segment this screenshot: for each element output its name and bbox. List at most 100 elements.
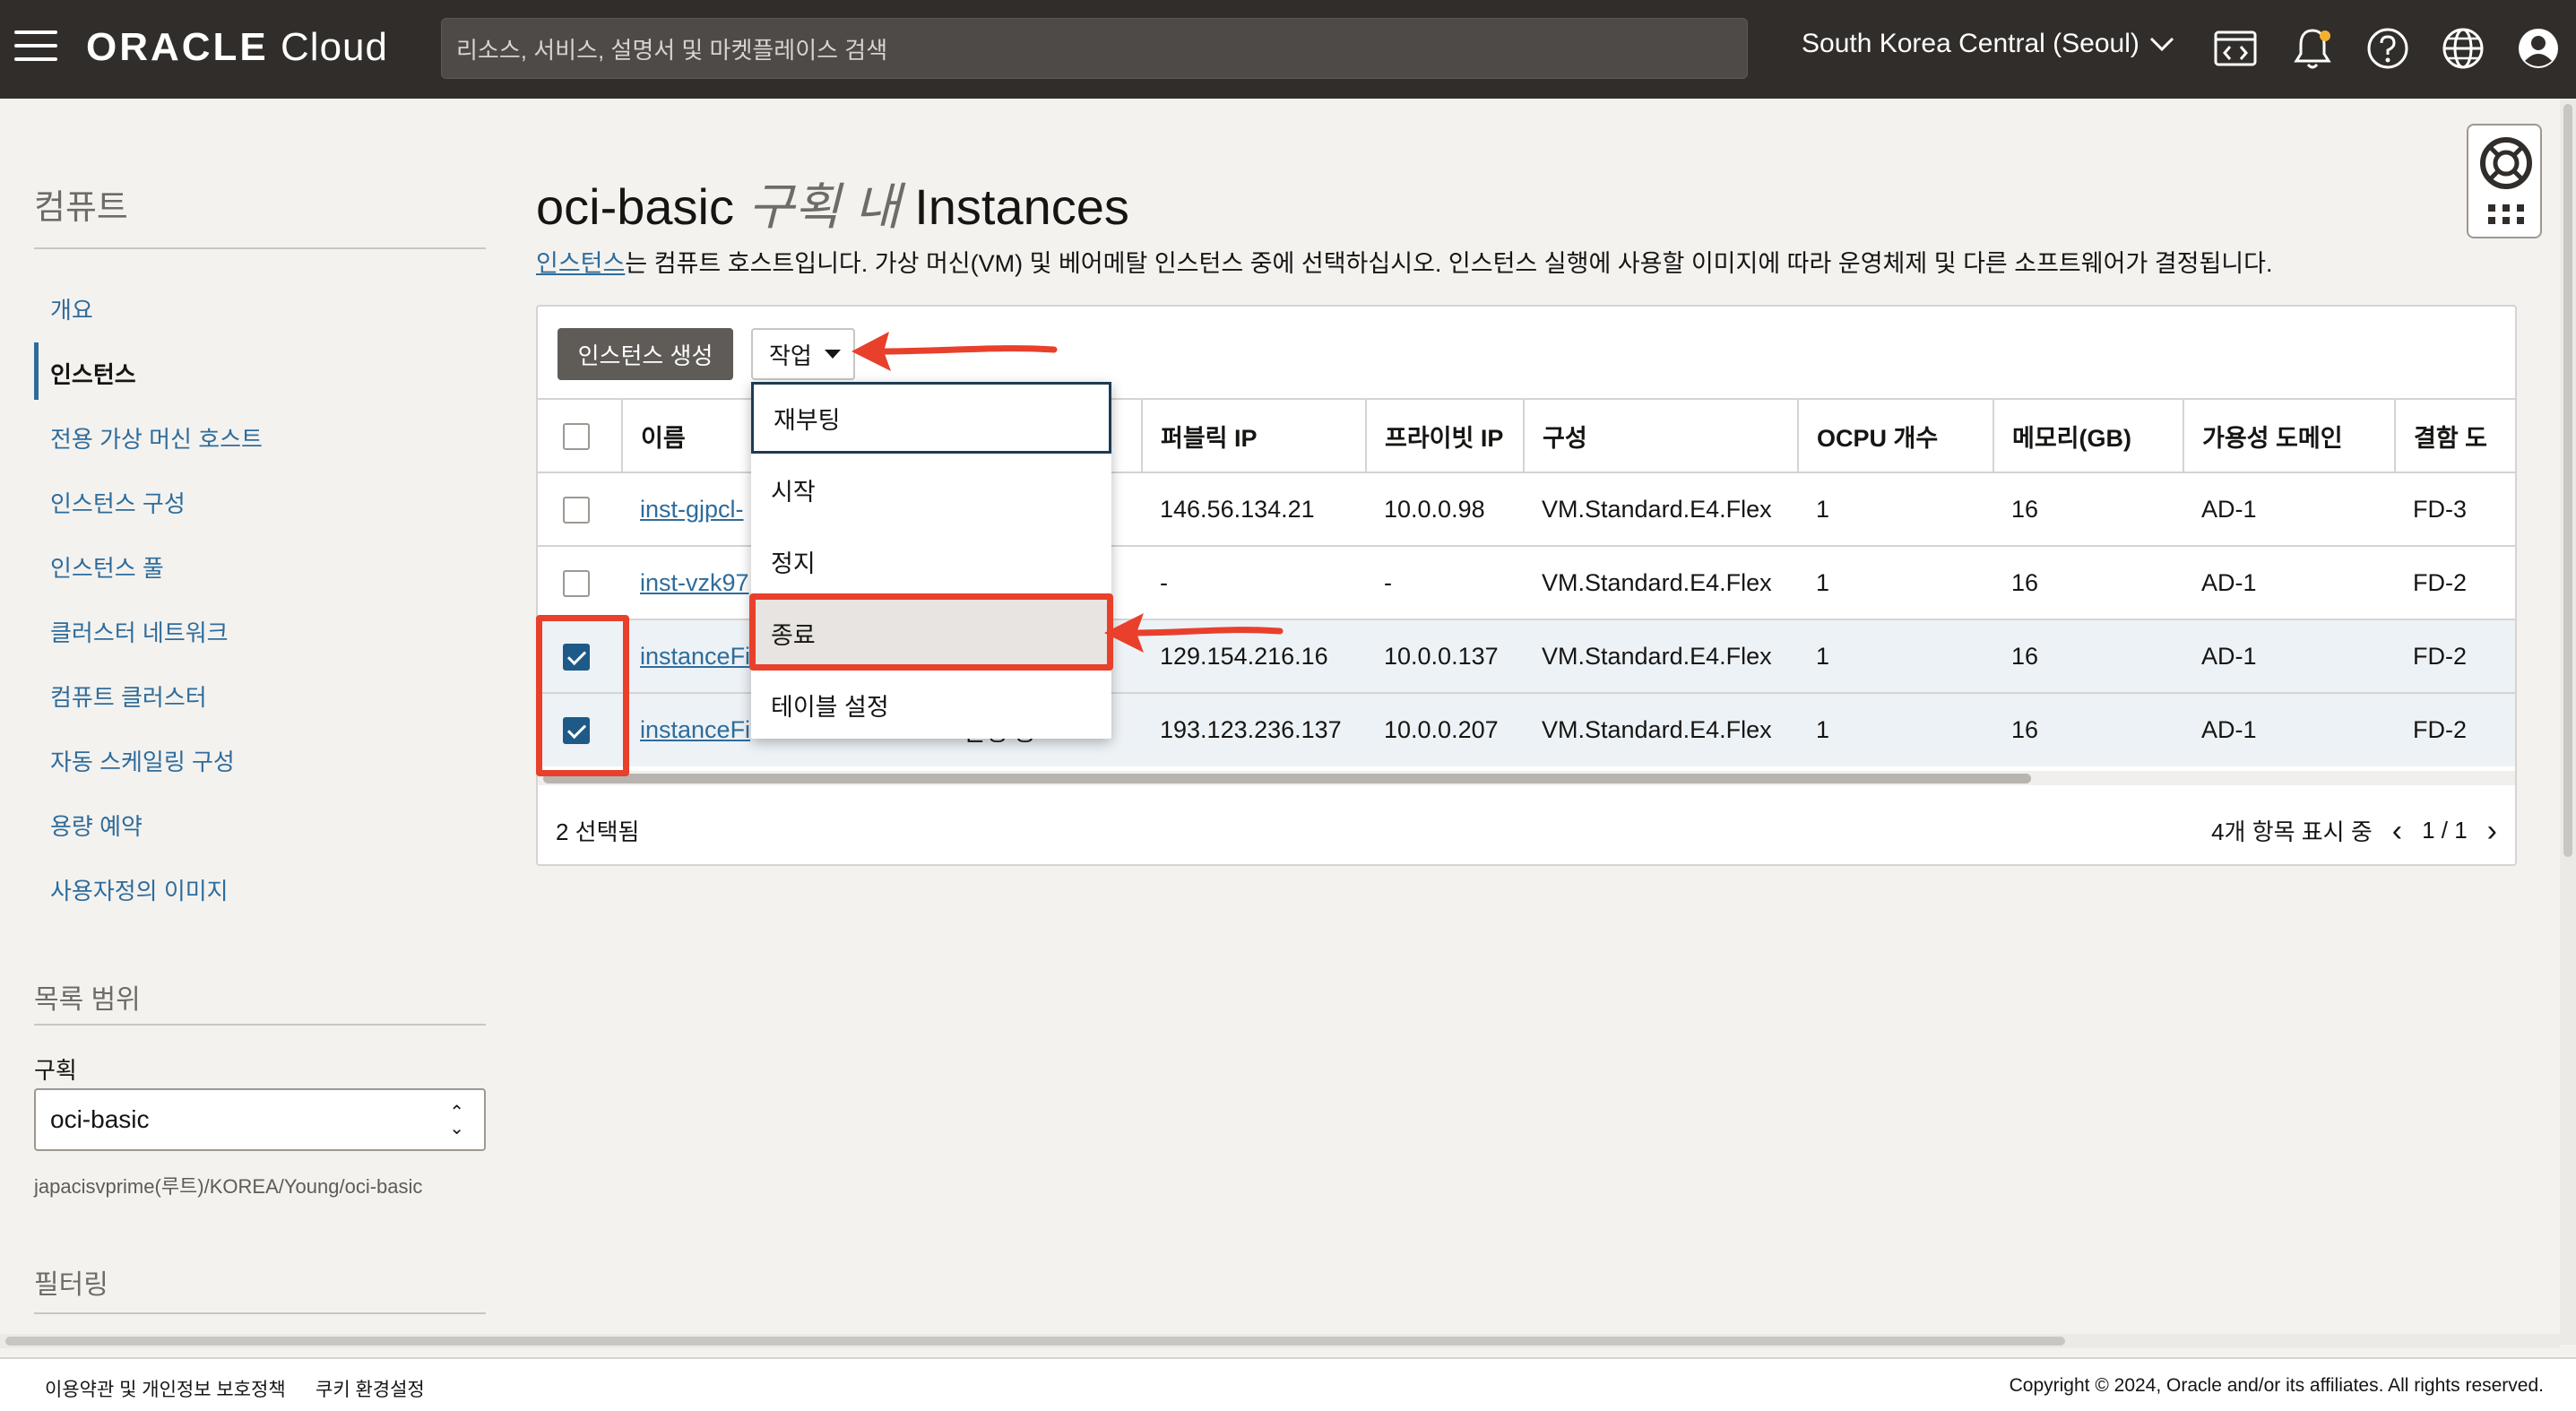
row-checkbox[interactable] bbox=[563, 496, 590, 524]
compartment-label: 구획 bbox=[34, 1057, 77, 1084]
row-checkbox[interactable] bbox=[563, 569, 590, 597]
region-selector[interactable]: South Korea Central (Seoul) bbox=[1802, 29, 2175, 59]
public-ip-cell: 193.123.236.137 bbox=[1142, 692, 1366, 766]
instances-doc-link[interactable]: 인스턴스 bbox=[536, 250, 625, 277]
help-icon[interactable] bbox=[2364, 25, 2411, 72]
shape-cell: VM.Standard.E4.Flex bbox=[1524, 619, 1798, 693]
column-header-ocpu[interactable]: OCPU 개수 bbox=[1798, 398, 1994, 472]
search-input[interactable]: 리소스, 서비스, 설명서 및 마켓플레이스 검색 bbox=[441, 18, 1748, 79]
shape-cell: VM.Standard.E4.Flex bbox=[1524, 545, 1798, 619]
table-horizontal-scrollbar[interactable] bbox=[538, 771, 2515, 785]
menu-item-table-settings[interactable]: 테이블 설정 bbox=[751, 669, 1111, 740]
create-instance-label: 인스턴스 생성 bbox=[577, 342, 713, 369]
sidebar-item-capacity-reservations[interactable]: 용량 예약 bbox=[50, 809, 143, 842]
actions-label: 작업 bbox=[769, 342, 812, 369]
private-ip-cell: 10.0.0.98 bbox=[1366, 472, 1524, 546]
actions-button[interactable]: 작업 bbox=[751, 328, 855, 380]
column-header-public-ip[interactable]: 퍼블릭 IP bbox=[1142, 398, 1367, 472]
sidebar-item-dedicated-vm-hosts[interactable]: 전용 가상 머신 호스트 bbox=[50, 421, 263, 454]
instance-link[interactable]: inst-vzk97 bbox=[640, 569, 749, 596]
compartment-select[interactable]: oci-basic ⌃ ⌄ bbox=[34, 1088, 486, 1151]
bell-icon[interactable] bbox=[2289, 25, 2336, 72]
ocpu-cell: 1 bbox=[1798, 692, 1993, 766]
row-select-cell bbox=[538, 545, 622, 619]
page-hscroll-thumb[interactable] bbox=[5, 1337, 2065, 1346]
hamburger-menu-icon[interactable] bbox=[14, 30, 57, 66]
column-header-shape[interactable]: 구성 bbox=[1524, 398, 1799, 472]
terms-link[interactable]: 이용약관 및 개인정보 보호정책 bbox=[45, 1375, 286, 1402]
private-ip-cell: 10.0.0.207 bbox=[1366, 692, 1524, 766]
fd-cell: FD-2 bbox=[2395, 692, 2515, 766]
page-vertical-scrollbar[interactable] bbox=[2560, 99, 2576, 1345]
chevron-left-icon[interactable]: ‹ bbox=[2392, 816, 2402, 846]
filter-divider bbox=[34, 1312, 486, 1314]
search-placeholder: 리소스, 서비스, 설명서 및 마켓플레이스 검색 bbox=[456, 36, 888, 64]
column-header-memory[interactable]: 메모리(GB) bbox=[1993, 398, 2184, 472]
ad-cell: AD-1 bbox=[2183, 692, 2395, 766]
annotation-arrow-actions bbox=[851, 332, 1058, 371]
active-indicator bbox=[34, 342, 39, 400]
title-resource: Instances bbox=[914, 178, 1129, 235]
ad-cell: AD-1 bbox=[2183, 545, 2395, 619]
page-horizontal-scrollbar[interactable] bbox=[0, 1334, 2560, 1348]
memory-cell: 16 bbox=[1993, 545, 2183, 619]
description-text: 는 컴퓨트 호스트입니다. 가상 머신(VM) 및 베어메탈 인스턴스 중에 선… bbox=[625, 250, 2273, 277]
page-indicator: 1 / 1 bbox=[2422, 817, 2468, 844]
page-title: oci-basic 구획 내 Instances bbox=[536, 167, 1129, 239]
left-navigation: 컴퓨트 개요 인스턴스 전용 가상 머신 호스트 인스턴스 구성 인스턴스 풀 … bbox=[0, 99, 502, 1334]
page-footer: 이용약관 및 개인정보 보호정책 쿠키 환경설정 Copyright © 202… bbox=[0, 1357, 2576, 1411]
sidebar-item-autoscaling[interactable]: 자동 스케일링 구성 bbox=[50, 744, 235, 777]
column-header-private-ip[interactable]: 프라이빗 IP bbox=[1366, 398, 1525, 472]
sidebar-divider bbox=[34, 247, 486, 249]
sidebar-item-compute-clusters[interactable]: 컴퓨트 클러스터 bbox=[50, 680, 207, 713]
sidebar-item-overview[interactable]: 개요 bbox=[50, 292, 93, 325]
annotation-arrow-terminate bbox=[1104, 613, 1284, 653]
fd-cell: FD-2 bbox=[2395, 619, 2515, 693]
menu-item-stop[interactable]: 정지 bbox=[751, 525, 1111, 597]
logo-brand: ORACLE bbox=[86, 25, 269, 69]
top-bar: ORACLE Cloud 리소스, 서비스, 설명서 및 마켓플레이스 검색 S… bbox=[0, 0, 2576, 99]
column-header-fault-domain[interactable]: 결함 도 bbox=[2395, 398, 2515, 472]
title-compartment: oci-basic bbox=[536, 178, 734, 235]
chevron-down-icon bbox=[2149, 37, 2174, 52]
sidebar-item-cluster-networks[interactable]: 클러스터 네트워크 bbox=[50, 615, 229, 648]
instance-link[interactable]: instanceFi bbox=[640, 643, 750, 670]
filter-title: 필터링 bbox=[34, 1270, 108, 1300]
table-scroll-thumb[interactable] bbox=[543, 774, 2031, 783]
menu-item-start[interactable]: 시작 bbox=[751, 454, 1111, 525]
oracle-cloud-logo[interactable]: ORACLE Cloud bbox=[86, 25, 388, 70]
region-label: South Korea Central (Seoul) bbox=[1802, 29, 2139, 58]
updown-chevron-icon: ⌃ ⌄ bbox=[449, 1103, 464, 1138]
menu-item-reboot[interactable]: 재부팅 bbox=[751, 382, 1111, 454]
compartment-value: oci-basic bbox=[50, 1105, 150, 1133]
column-header-availability-domain[interactable]: 가용성 도메인 bbox=[2183, 398, 2396, 472]
items-shown: 4개 항목 표시 중 bbox=[2211, 818, 2373, 845]
lifebuoy-icon bbox=[2480, 137, 2532, 224]
user-icon[interactable] bbox=[2515, 25, 2562, 72]
compartment-path: japacisvprime(루트)/KOREA/Young/oci-basic bbox=[34, 1175, 423, 1198]
instance-link[interactable]: instanceFi bbox=[640, 716, 750, 743]
help-widget[interactable] bbox=[2467, 124, 2542, 238]
ad-cell: AD-1 bbox=[2183, 619, 2395, 693]
logo-product: Cloud bbox=[281, 25, 388, 69]
sidebar-item-instance-configurations[interactable]: 인스턴스 구성 bbox=[50, 486, 186, 519]
shape-cell: VM.Standard.E4.Flex bbox=[1524, 692, 1798, 766]
annotation-terminate-highlight bbox=[749, 593, 1113, 671]
ocpu-cell: 1 bbox=[1798, 619, 1993, 693]
select-all-checkbox[interactable] bbox=[563, 422, 590, 450]
copyright-text: Copyright © 2024, Oracle and/or its affi… bbox=[2009, 1375, 2544, 1396]
fd-cell: FD-3 bbox=[2395, 472, 2515, 546]
private-ip-cell: 10.0.0.137 bbox=[1366, 619, 1524, 693]
sidebar-item-instance-pools[interactable]: 인스턴스 풀 bbox=[50, 550, 164, 584]
code-editor-icon[interactable] bbox=[2212, 25, 2259, 72]
sidebar-item-custom-images[interactable]: 사용자정의 이미지 bbox=[50, 873, 229, 906]
chevron-right-icon[interactable]: › bbox=[2487, 816, 2497, 846]
create-instance-button[interactable]: 인스턴스 생성 bbox=[558, 328, 733, 380]
globe-icon[interactable] bbox=[2440, 25, 2486, 72]
memory-cell: 16 bbox=[1993, 692, 2183, 766]
sidebar-item-instances[interactable]: 인스턴스 bbox=[50, 357, 136, 390]
instance-link[interactable]: inst-gjpcl- bbox=[640, 496, 744, 523]
page-vscroll-thumb[interactable] bbox=[2563, 104, 2572, 857]
cookie-preferences-link[interactable]: 쿠키 환경설정 bbox=[316, 1375, 425, 1402]
page-description: 인스턴스는 컴퓨트 호스트입니다. 가상 머신(VM) 및 베어메탈 인스턴스 … bbox=[536, 244, 2273, 279]
